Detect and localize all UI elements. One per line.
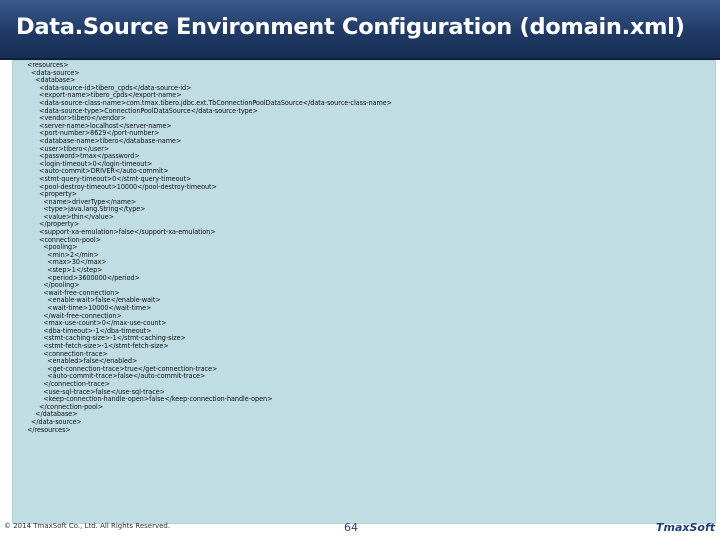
code-panel: <resources> <data-source> <database> <da… xyxy=(12,60,716,524)
xml-code-block: <resources> <data-source> <database> <da… xyxy=(27,60,393,434)
slide-title: Data.Source Environment Configuration (d… xyxy=(16,14,685,40)
page-number: 64 xyxy=(344,521,358,534)
title-bar: Data.Source Environment Configuration (d… xyxy=(0,0,720,60)
footer-copyright: © 2014 TmaxSoft Co., Ltd. All Rights Res… xyxy=(4,522,171,530)
company-logo: TmaxSoft xyxy=(656,521,716,534)
